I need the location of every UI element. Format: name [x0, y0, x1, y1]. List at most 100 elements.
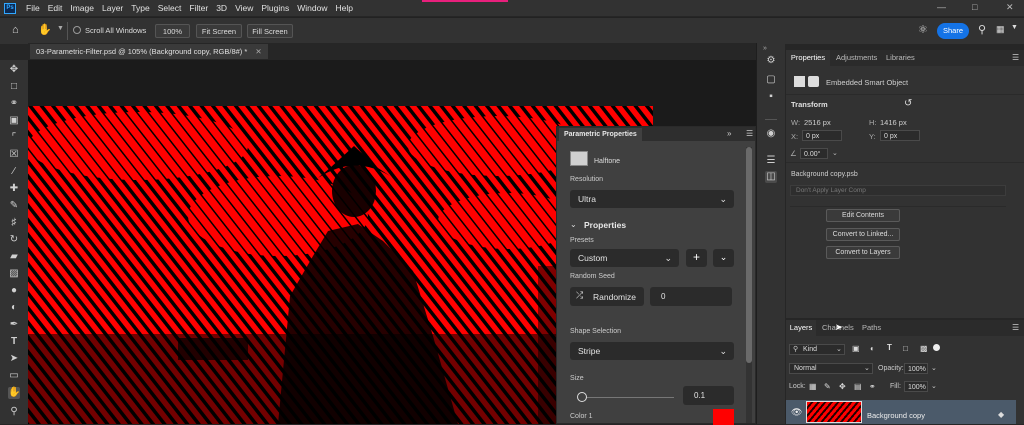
move-tool-icon[interactable]: ✥	[8, 64, 20, 76]
healing-brush-tool-icon[interactable]: ✚	[8, 183, 20, 195]
x-input[interactable]: 0 px	[802, 130, 842, 141]
menu-image[interactable]: Image	[66, 3, 98, 13]
clone-stamp-tool-icon[interactable]: ♯	[8, 217, 20, 229]
tab-paths[interactable]: Paths	[862, 320, 881, 336]
opacity-input[interactable]: 100%	[904, 363, 928, 374]
add-preset-button[interactable]: +	[686, 249, 707, 267]
document-tab[interactable]: 03-Parametric-Filter.psd @ 105% (Backgro…	[30, 44, 268, 59]
dodge-tool-icon[interactable]: ◐	[8, 302, 20, 314]
edit-contents-button[interactable]: Edit Contents	[826, 209, 900, 222]
minimize-icon[interactable]: —	[937, 2, 946, 12]
menu-plugins[interactable]: Plugins	[257, 3, 293, 13]
smart-object-filter-icon[interactable]: ▩	[920, 344, 928, 353]
menu-filter[interactable]: Filter	[185, 3, 212, 13]
frame-tool-icon[interactable]: ☒	[8, 149, 20, 161]
w-value[interactable]: 2516 px	[804, 118, 831, 127]
randomize-button[interactable]: ⤮ Randomize	[570, 287, 644, 306]
chat-panel-icon[interactable]: ▪	[765, 91, 777, 103]
menu-file[interactable]: File	[22, 3, 44, 13]
home-icon[interactable]: ⌂	[12, 24, 19, 36]
tab-layers[interactable]: Layers	[786, 320, 816, 336]
chevron-down-icon[interactable]: ⌄	[931, 364, 937, 372]
gradient-tool-icon[interactable]: ▨	[8, 268, 20, 280]
type-layer-filter-icon[interactable]: T	[887, 343, 892, 352]
glyphs-panel-icon[interactable]: ☰	[765, 155, 777, 167]
panel-menu-icon[interactable]: ☰	[1012, 53, 1019, 62]
history-brush-tool-icon[interactable]: ↻	[8, 234, 20, 246]
shape-select[interactable]: Stripe ⌄	[570, 342, 734, 360]
panel-menu-icon[interactable]: ☰	[746, 129, 753, 138]
brush-tool-icon[interactable]: ✎	[8, 200, 20, 212]
chevron-down-icon[interactable]: ⌄	[931, 382, 937, 390]
properties-collapse-icon[interactable]: ⌄	[570, 220, 577, 229]
menu-type[interactable]: Type	[127, 3, 153, 13]
convert-to-linked-button[interactable]: Convert to Linked...	[826, 228, 900, 241]
eyedropper-tool-icon[interactable]: ∕	[8, 166, 20, 178]
scrollbar-thumb[interactable]	[746, 147, 752, 363]
lasso-tool-icon[interactable]: ⚭	[8, 98, 20, 110]
workspace-icon[interactable]: ▦	[996, 24, 1005, 35]
close-icon[interactable]: ✕	[1006, 2, 1014, 13]
workspace-chevron-icon[interactable]: ▼	[1011, 24, 1018, 31]
lock-all-icon[interactable]: ⚭	[869, 382, 876, 391]
y-input[interactable]: 0 px	[880, 130, 920, 141]
object-selection-tool-icon[interactable]: ▣	[8, 115, 20, 127]
adjustment-layer-filter-icon[interactable]: ◐	[870, 344, 875, 353]
chevron-down-icon[interactable]: ⌄	[832, 149, 838, 157]
tab-properties[interactable]: Properties	[786, 50, 830, 66]
tool-preset-chevron-icon[interactable]: ▼	[57, 25, 64, 32]
color1-swatch[interactable]	[713, 409, 734, 425]
resolution-select[interactable]: Ultra ⌄	[570, 190, 734, 208]
menu-window[interactable]: Window	[293, 3, 331, 13]
fill-screen-button[interactable]: Fill Screen	[247, 24, 293, 38]
angle-input[interactable]: 0.00°	[800, 148, 828, 159]
preset-menu-button[interactable]: ⌄	[713, 249, 734, 267]
pen-tool-icon[interactable]: ✒	[8, 319, 20, 331]
convert-to-layers-button[interactable]: Convert to Layers	[826, 246, 900, 259]
history-panel-icon[interactable]: ⚙	[765, 55, 777, 67]
layer-row-selected[interactable]: 👁 Background copy ◆	[786, 400, 1016, 424]
path-selection-tool-icon[interactable]: ➤	[8, 353, 20, 365]
size-input[interactable]: 0.1	[683, 386, 734, 405]
zoom-100-button[interactable]: 100%	[155, 24, 190, 38]
pixel-layer-filter-icon[interactable]: ▣	[852, 344, 860, 353]
collapse-icons-icon[interactable]: »	[763, 45, 767, 52]
h-value[interactable]: 1416 px	[880, 118, 907, 127]
menu-select[interactable]: Select	[154, 3, 186, 13]
menu-3d[interactable]: 3D	[212, 3, 231, 13]
share-button[interactable]: Share	[937, 23, 969, 39]
tab-adjustments[interactable]: Adjustments	[836, 50, 877, 66]
type-tool-icon[interactable]: T	[8, 336, 20, 348]
menu-edit[interactable]: Edit	[44, 3, 67, 13]
kind-filter-select[interactable]: ⚲ Kind ⌄	[789, 344, 845, 355]
menu-layer[interactable]: Layer	[98, 3, 127, 13]
hand-tool-icon[interactable]: ✋	[38, 23, 52, 36]
eraser-tool-icon[interactable]: ▰	[8, 251, 20, 263]
layer-visibility-eye-icon[interactable]: 👁	[791, 407, 802, 418]
parametric-panel-icon[interactable]: ◫	[765, 171, 777, 183]
smart-filter-icon[interactable]: ◆	[998, 410, 1004, 419]
menu-view[interactable]: View	[231, 3, 257, 13]
seed-input[interactable]: 0	[650, 287, 732, 306]
layer-comp-select[interactable]: Don't Apply Layer Comp	[790, 185, 1006, 196]
size-slider-handle[interactable]	[577, 392, 587, 402]
presets-select[interactable]: Custom ⌄	[570, 249, 679, 267]
lock-artboard-icon[interactable]: ▤	[854, 382, 862, 391]
parametric-panel-tab[interactable]: Parametric Properties	[559, 128, 642, 141]
zoom-tool-icon[interactable]: ⚲	[8, 406, 20, 418]
close-tab-icon[interactable]: ✕	[255, 47, 261, 56]
lock-transparent-icon[interactable]: ▦	[809, 382, 817, 391]
reset-transform-icon[interactable]: ↺	[904, 98, 912, 109]
fill-input[interactable]: 100%	[904, 381, 928, 392]
blend-mode-select[interactable]: Normal ⌄	[789, 363, 873, 374]
flask-icon[interactable]: ⚛	[918, 23, 928, 36]
collapse-panel-icon[interactable]: »	[727, 129, 731, 138]
marquee-tool-icon[interactable]: □	[8, 81, 20, 93]
hand-tool-active-icon[interactable]: ✋	[8, 387, 20, 399]
crop-tool-icon[interactable]: ⌜	[8, 132, 20, 144]
scroll-all-windows-checkbox[interactable]	[73, 26, 81, 34]
rectangle-tool-icon[interactable]: ▭	[8, 370, 20, 382]
size-slider-track[interactable]	[582, 397, 674, 398]
shape-layer-filter-icon[interactable]: □	[903, 344, 908, 353]
blur-tool-icon[interactable]: ●	[8, 285, 20, 297]
